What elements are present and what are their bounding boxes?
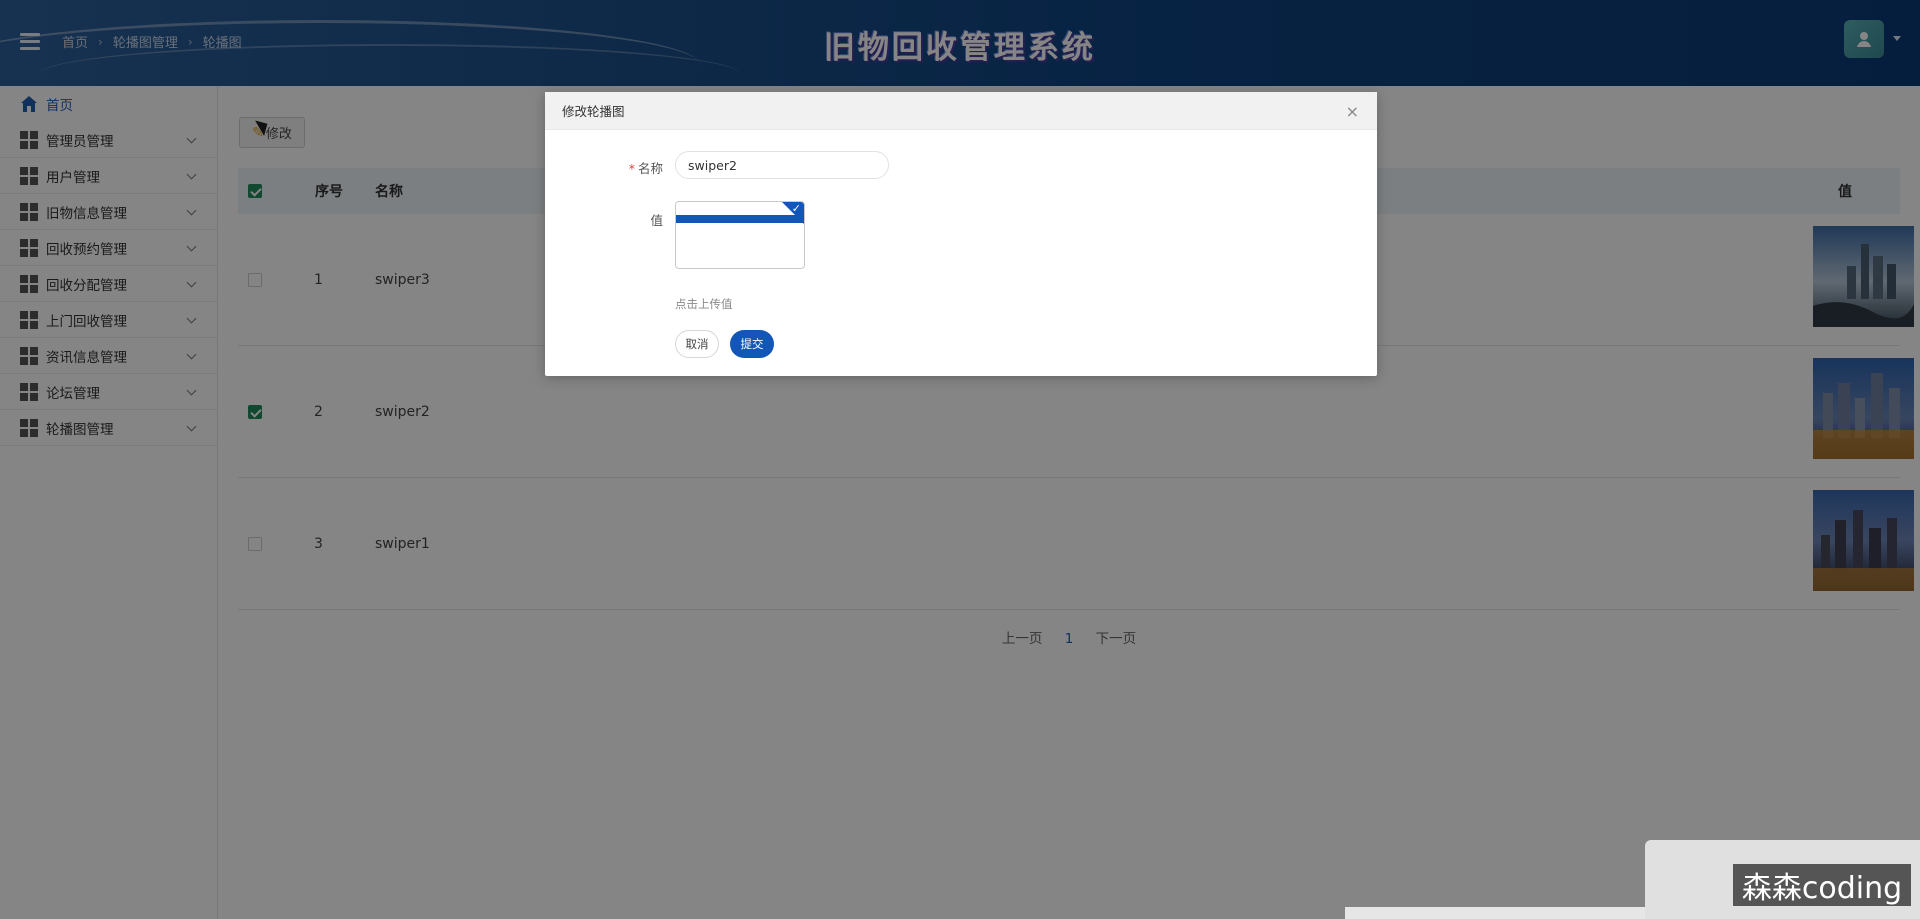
- check-icon: ✓: [791, 202, 801, 215]
- bottom-strip: [1345, 907, 1645, 919]
- upload-hint: 点击上传值: [675, 297, 733, 311]
- required-mark: *: [628, 161, 635, 176]
- dialog-header: 修改轮播图 ×: [545, 92, 1377, 130]
- cancel-button[interactable]: 取消: [675, 330, 719, 358]
- watermark: 森森coding: [1733, 864, 1911, 906]
- name-input[interactable]: [675, 151, 889, 179]
- value-field-label: 值: [650, 213, 663, 228]
- close-icon[interactable]: ×: [1346, 102, 1359, 121]
- dialog-title: 修改轮播图: [562, 104, 625, 119]
- image-upload[interactable]: ✓: [675, 201, 805, 269]
- name-field-label: * 名称: [603, 158, 663, 177]
- edit-swiper-dialog: 修改轮播图 × *名称 值 ✓ 点击上传值 取消 提交: [545, 92, 1377, 376]
- submit-button[interactable]: 提交: [730, 330, 774, 358]
- name-label-text: 名称: [637, 161, 663, 176]
